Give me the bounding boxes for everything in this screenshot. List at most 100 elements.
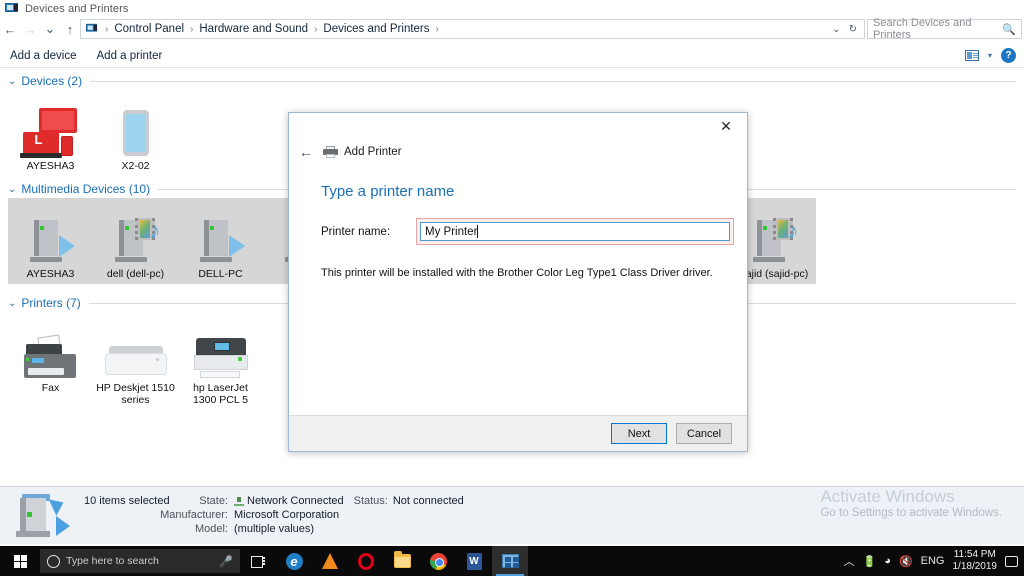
group-title-multimedia: Multimedia Devices (10) [21,182,150,196]
address-bar[interactable]: › Control Panel › Hardware and Sound › D… [80,19,865,39]
window-titlebar: Devices and Printers [0,0,1024,18]
taskbar-search-placeholder: Type here to search [66,555,213,567]
deskjet-icon [105,318,167,378]
group-header-devices[interactable]: ⌄ Devices (2) [0,68,1024,90]
edge-icon[interactable]: e [276,546,312,576]
chevron-down-icon[interactable]: ⌄ [8,76,16,87]
device-label: dell (dell-pc) [107,268,164,280]
breadcrumb-separator-0: › [101,24,112,35]
search-icon: 🔍 [1002,23,1016,36]
dialog-header: ← Add Printer [289,139,747,165]
volume-icon[interactable]: 🔇 [899,555,913,568]
breadcrumb-control-panel[interactable]: Control Panel [112,23,186,35]
command-bar: Add a device Add a printer ▾ ? [0,44,1024,68]
search-input[interactable]: Search Devices and Printers 🔍 [867,19,1022,39]
device-label: AYESHA3 [27,268,75,280]
tray-chevron-icon[interactable]: ︿ [844,553,855,569]
chevron-down-icon[interactable]: ⌄ [8,184,16,195]
device-label: Sajid (sajid-pc) [739,268,808,280]
printer-label: Fax [42,382,60,394]
printer-tile-fax[interactable]: Fax [8,312,93,410]
language-indicator[interactable]: ENG [921,555,945,567]
navigation-bar: ← → ⌄ ↑ › Control Panel › Hardware and S… [0,19,1024,39]
printer-name-row: Printer name: My Printer [321,218,747,245]
cancel-button[interactable]: Cancel [676,423,732,444]
forward-button[interactable]: → [20,19,40,39]
microphone-icon[interactable]: 🎤 [219,555,233,568]
battery-icon[interactable]: 🔋 [863,555,877,568]
vlc-icon[interactable] [312,546,348,576]
status-label: Status: [344,495,393,507]
view-options-icon[interactable] [965,50,979,61]
opera-icon[interactable] [348,546,384,576]
window-title: Devices and Printers [25,3,129,15]
clock-date: 1/18/2019 [953,561,998,573]
multimedia-tile-ayesha3[interactable]: AYESHA3 [8,198,93,284]
clock-time: 11:54 PM [953,549,998,561]
multimedia-tile-dell-pc[interactable]: DELL-PC [178,198,263,284]
taskbar: Type here to search 🎤 e W ︿ 🔋 ◕ 🔇 ENG 11… [0,546,1024,576]
breadcrumb-devices-and-printers[interactable]: Devices and Printers [321,23,431,35]
device-tile-x2-02[interactable]: X2-02 [93,90,178,176]
task-view-icon[interactable] [240,546,276,576]
refresh-icon[interactable]: ↻ [845,24,861,35]
media-film-icon: ♪ [751,204,797,264]
device-label: AYESHA3 [27,160,75,172]
group-title-devices: Devices (2) [21,74,82,88]
help-icon[interactable]: ? [1001,48,1016,63]
action-center-icon[interactable] [1005,556,1018,567]
start-button[interactable] [0,546,40,576]
phone-icon [123,96,149,156]
selection-count: 10 items selected [76,495,194,507]
taskbar-search-box[interactable]: Type here to search 🎤 [40,549,240,573]
pc-group-icon: L [23,96,79,156]
back-button[interactable]: ← [0,19,20,39]
dialog-footer: Next Cancel [289,415,747,451]
dialog-body: Type a printer name Printer name: My Pri… [289,165,747,279]
device-tile-ayesha3[interactable]: L AYESHA3 [8,90,93,176]
file-explorer-icon[interactable] [384,546,420,576]
multimedia-tile-dell[interactable]: ♪ dell (dell-pc) [93,198,178,284]
text-caret [477,225,478,238]
add-a-device-button[interactable]: Add a device [0,50,87,62]
up-button[interactable]: ↑ [60,19,80,39]
chevron-down-icon[interactable]: ▾ [988,51,992,60]
devices-and-printers-window: Devices and Printers ← → ⌄ ↑ › Control P… [0,0,1024,576]
selected-device-icon [10,494,68,540]
breadcrumb-hardware-and-sound[interactable]: Hardware and Sound [197,23,310,35]
printer-label: HP Deskjet 1510 series [95,382,176,406]
network-icon [234,497,244,506]
clock[interactable]: 11:54 PM 1/18/2019 [953,549,998,573]
activate-windows-watermark: Activate Windows Go to Settings to activ… [820,487,1002,519]
word-icon[interactable]: W [456,546,492,576]
close-icon[interactable]: ✕ [705,113,747,139]
printer-icon [323,146,338,158]
printer-name-input[interactable]: My Printer [420,222,730,241]
chevron-down-icon[interactable]: ⌄ [8,298,16,309]
chrome-icon[interactable] [420,546,456,576]
dialog-titlebar: ✕ [289,113,747,139]
media-film-icon: ♪ [113,204,159,264]
dialog-title: Add Printer [344,146,402,158]
manufacturer-value: Microsoft Corporation [234,509,339,521]
address-dropdown-icon[interactable]: ⌄ [828,24,844,35]
printer-tile-laserjet[interactable]: hp LaserJet 1300 PCL 5 [178,312,263,410]
printer-tile-deskjet[interactable]: HP Deskjet 1510 series [93,312,178,410]
next-button[interactable]: Next [611,423,667,444]
printer-name-validation-wrapper: My Printer [416,218,734,245]
recent-locations-button[interactable]: ⌄ [40,19,60,39]
status-value: Not connected [393,495,464,507]
media-tower-icon [28,204,74,264]
devices-printers-taskbar-icon[interactable] [492,546,528,576]
printer-label: hp LaserJet 1300 PCL 5 [180,382,261,406]
group-title-printers: Printers (7) [21,296,80,310]
model-value: (multiple values) [234,523,314,535]
add-a-printer-button[interactable]: Add a printer [87,50,173,62]
breadcrumb-separator-1: › [186,24,197,35]
activate-subtext: Go to Settings to activate Windows. [820,507,1002,519]
dialog-back-button[interactable]: ← [299,144,313,160]
state-label: State: [194,495,234,507]
address-bar-icon [81,23,101,35]
breadcrumb-separator-3: › [432,24,443,35]
wifi-icon[interactable]: ◕ [884,555,891,567]
